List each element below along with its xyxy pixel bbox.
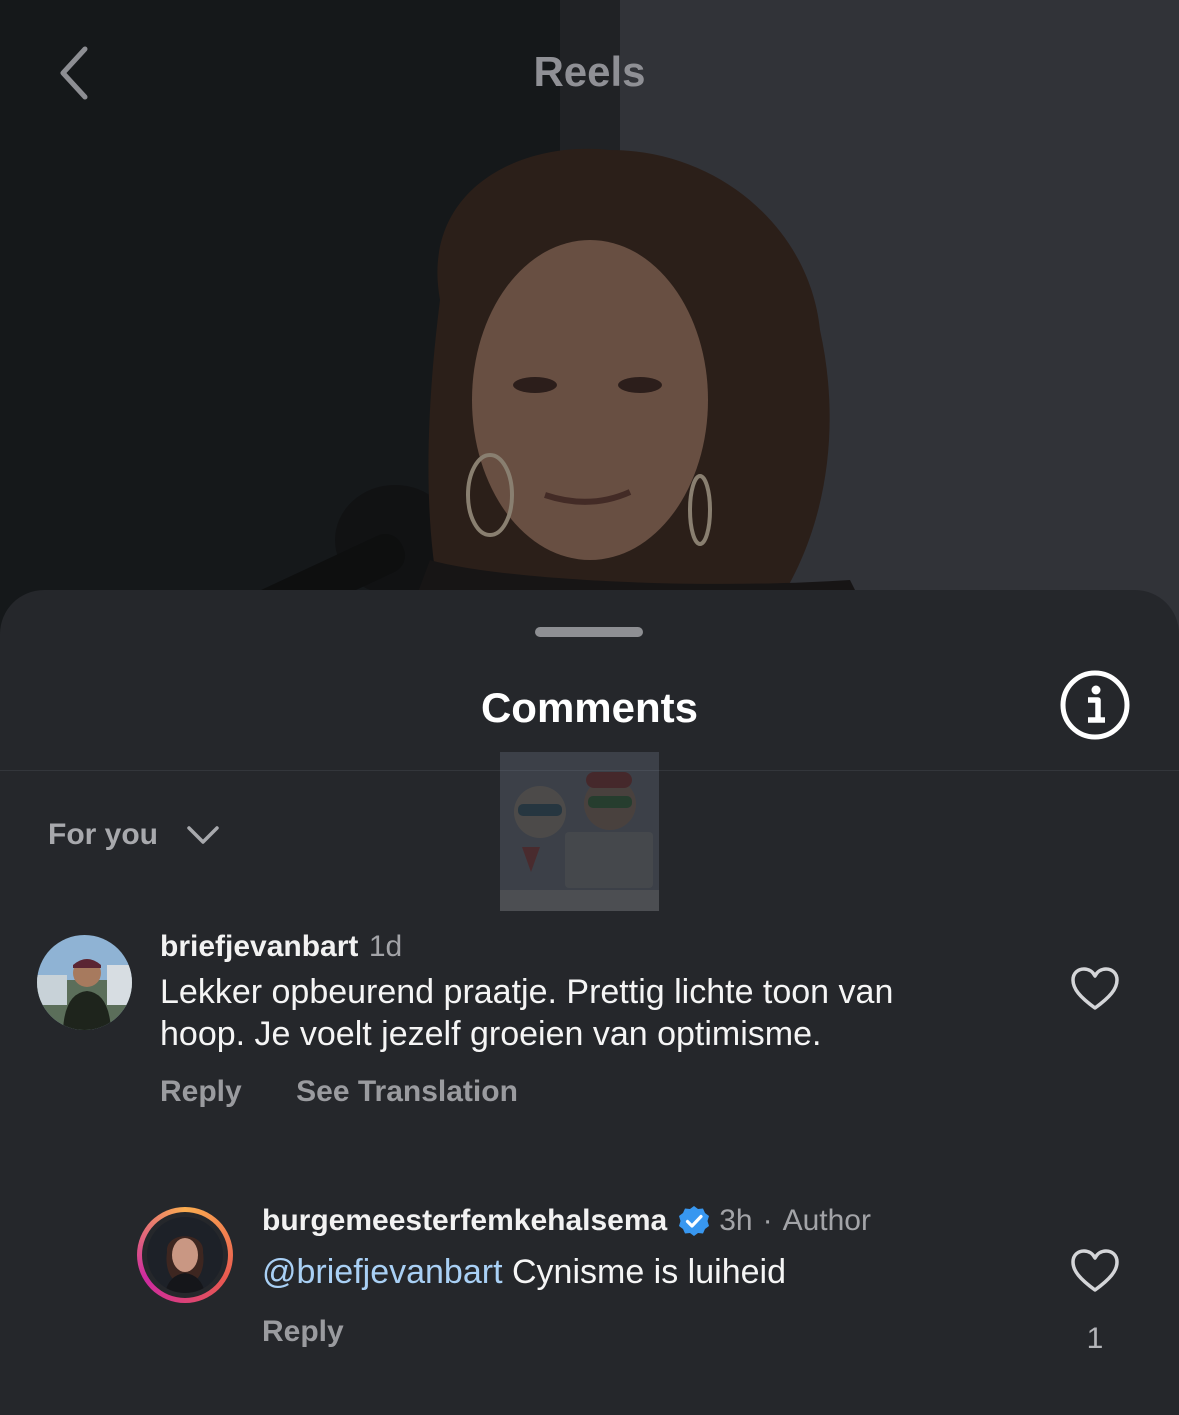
reply-timestamp: 3h (719, 1204, 753, 1237)
mention-link[interactable]: @briefjevanbart (262, 1253, 503, 1291)
chevron-down-icon (187, 826, 219, 844)
verified-badge-icon (679, 1206, 710, 1236)
comments-sheet: Comments For you briefjevanbart 1d Lekke… (0, 590, 1179, 1415)
avatar[interactable] (37, 935, 132, 1030)
author-label: Author (782, 1204, 871, 1237)
see-translation-button[interactable]: See Translation (296, 1075, 518, 1108)
info-icon (1060, 670, 1130, 740)
sticker-image (500, 752, 659, 911)
comment-text-line: hoop. Je voelt jezelf groeien van optimi… (160, 1015, 822, 1053)
heart-icon[interactable] (1070, 1248, 1120, 1294)
reply-text: @briefjevanbart Cynisme is luiheid (262, 1251, 786, 1293)
like-count: 1 (1086, 1322, 1104, 1355)
comment-timestamp: 1d (368, 930, 403, 963)
reply-button[interactable]: Reply (160, 1075, 242, 1108)
page-title: Reels (533, 48, 646, 95)
sheet-title: Comments (480, 684, 699, 731)
filter-label: For you (48, 818, 158, 851)
reply-button[interactable]: Reply (262, 1315, 344, 1348)
meta-separator: · (762, 1204, 773, 1237)
avatar-image (37, 935, 132, 1030)
reply-body: Cynisme is luiheid (511, 1253, 786, 1291)
heart-icon[interactable] (1070, 966, 1120, 1012)
reply-username[interactable]: burgemeesterfemkehalsema (262, 1204, 667, 1238)
comment-item: briefjevanbart 1d Lekker opbeurend praat… (0, 930, 1179, 1130)
top-bar: Reels (0, 0, 1179, 150)
reply-item: burgemeesterfemkehalsema 3h · Author @br… (0, 1204, 1179, 1400)
comment-filter-dropdown[interactable]: For you (48, 810, 220, 860)
avatar-image (147, 1217, 223, 1293)
avatar-story-ring[interactable] (137, 1207, 233, 1303)
comment-text: Lekker opbeurend praatje. Prettig lichte… (160, 971, 1040, 1055)
info-button[interactable] (1059, 669, 1131, 741)
comment-text-line: Lekker opbeurend praatje. Prettig lichte… (160, 973, 894, 1011)
sheet-drag-handle[interactable] (535, 627, 643, 637)
comment-username[interactable]: briefjevanbart (160, 930, 358, 963)
